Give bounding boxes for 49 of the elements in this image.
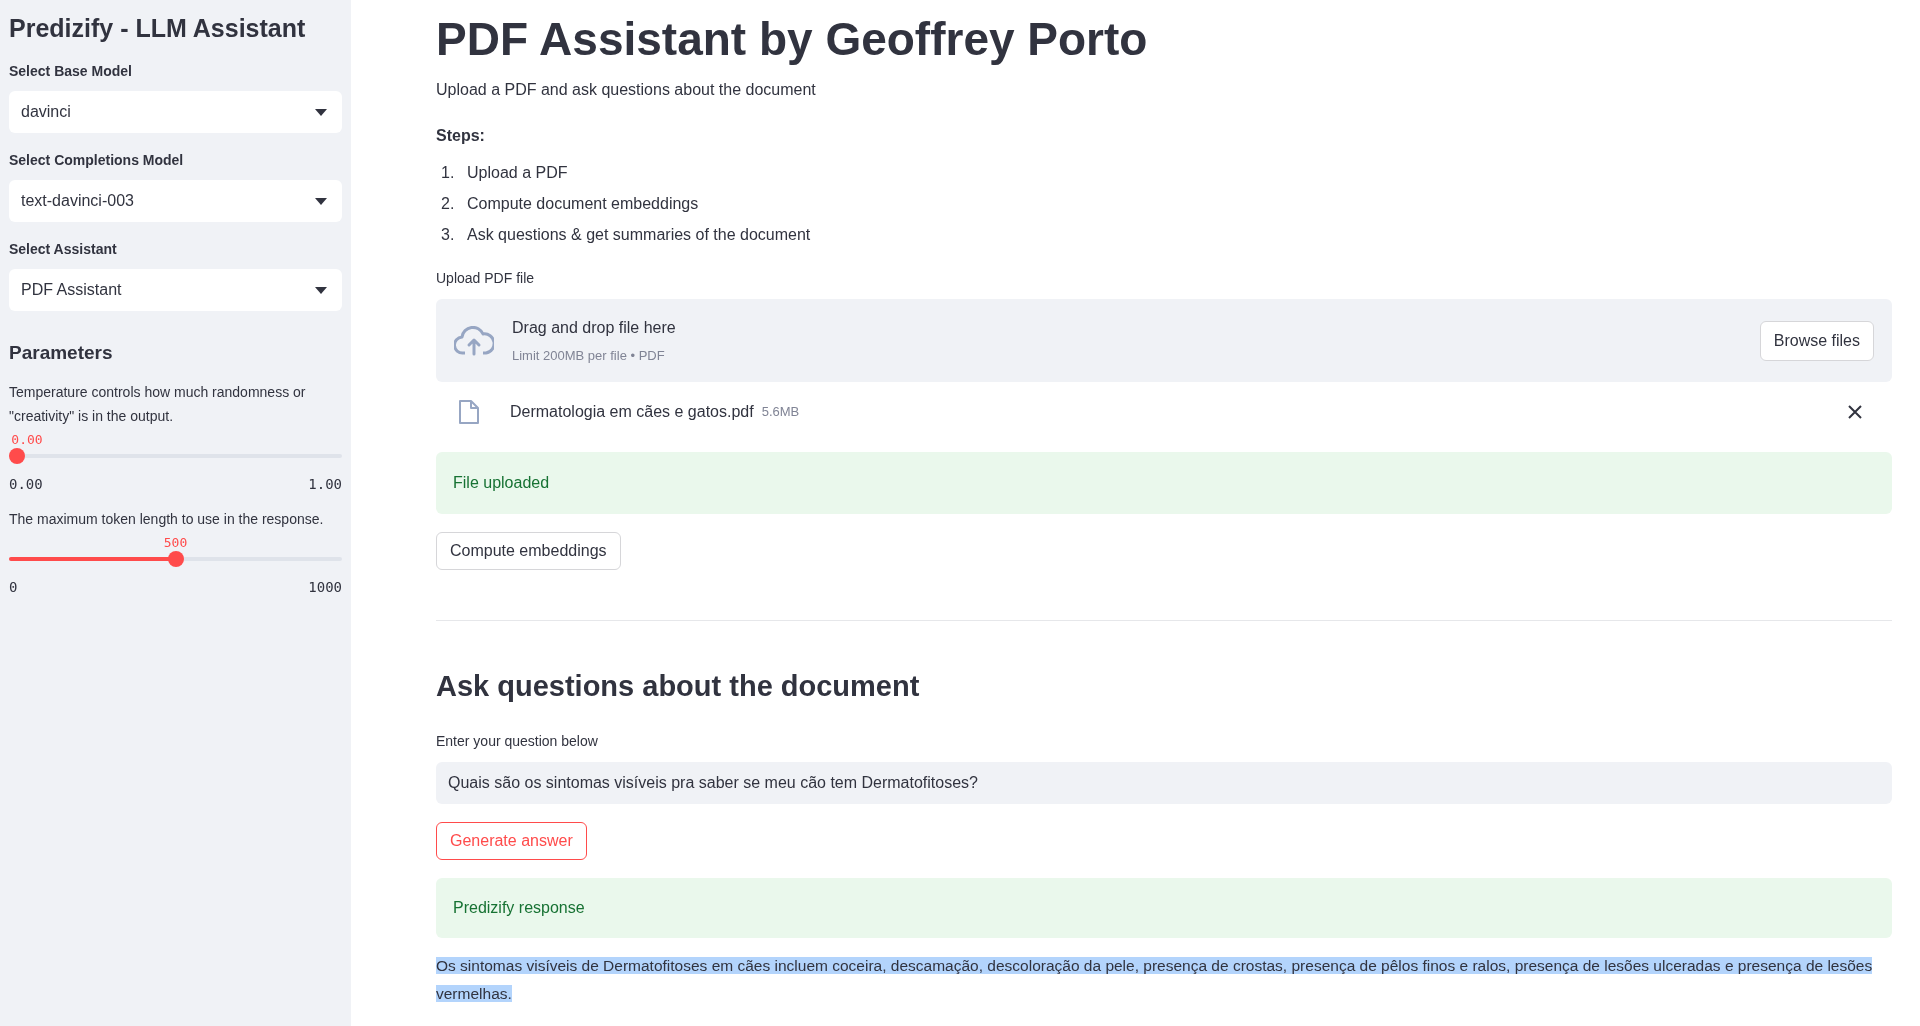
file-size: 5.6MB — [761, 403, 800, 422]
parameters-heading: Parameters — [9, 341, 114, 365]
slider-max-label: 1.00 — [308, 474, 342, 494]
file-name: Dermatologia em cães e gatos.pdf — [510, 402, 754, 422]
select-dropdown[interactable]: davinci — [9, 91, 342, 133]
file-icon — [458, 399, 480, 425]
response-alert: Predizify response — [436, 877, 1892, 938]
slider-track[interactable] — [9, 550, 342, 567]
drop-text: Drag and drop file here — [512, 317, 676, 338]
select-label: Select Assistant — [9, 240, 118, 259]
browse-files-button[interactable]: Browse files — [1759, 320, 1874, 361]
question-input[interactable]: Quais são os sintomas visíveis pra saber se meu cão tem Dermatofitoses? — [436, 761, 1892, 804]
step-number: 1. — [440, 163, 456, 183]
section-heading: Ask questions about the document — [436, 669, 921, 704]
select-dropdown[interactable]: PDF Assistant — [9, 269, 342, 311]
question-label: Enter your question below — [436, 731, 599, 751]
caret-icon — [315, 197, 327, 205]
select-dropdown[interactable]: text-davinci-003 — [9, 180, 342, 222]
sidebar-title: Predizify - LLM Assistant — [9, 13, 307, 44]
select-label: Select Base Model — [9, 62, 133, 81]
slider-max-label: 1000 — [308, 577, 342, 597]
step-number: 2. — [440, 194, 456, 214]
step-text: Ask questions & get summaries of the document — [467, 225, 811, 245]
step-number: 3. — [440, 225, 456, 245]
cloud-upload-icon — [454, 325, 494, 356]
compute-embeddings-button[interactable]: Compute embeddings — [436, 532, 621, 570]
upload-dropzone[interactable]: Drag and drop file here Limit 200MB per file • PDF Browse files — [436, 299, 1892, 382]
step-text: Upload a PDF — [467, 163, 568, 183]
slider-min-label: 0.00 — [9, 474, 43, 494]
steps-heading: Steps: — [436, 126, 486, 146]
caret-icon — [315, 108, 327, 116]
upload-limit-text: Limit 200MB per file • PDF — [512, 346, 666, 365]
slider-value: 500 — [163, 533, 188, 552]
select-label: Select Completions Model — [9, 151, 185, 170]
slider-thumb[interactable] — [9, 447, 25, 464]
slider-value: 0.00 — [11, 430, 43, 449]
step-text: Compute document embeddings — [467, 194, 699, 214]
slider-description: The maximum token length to use in the response. — [9, 509, 325, 529]
slider-description: Temperature controls how much randomness or "creativity" is in the output. — [9, 382, 307, 426]
upload-success-alert: File uploaded — [436, 452, 1892, 514]
page-subtitle: Upload a PDF and ask questions about the document — [436, 80, 817, 100]
slider-track[interactable] — [9, 447, 342, 464]
page-title: PDF Assistant by Geoffrey Porto — [436, 12, 1149, 67]
caret-icon — [315, 286, 327, 294]
response-text: Os sintomas visíveis de Dermatofitoses em cães incluem coceira, descamação, descoloração da pele, presença de crostas, presença de pêlos finos e ralos, presença de lesões ulceradas e presença de lesões vermelhas. — [436, 955, 1874, 1004]
upload-label: Upload PDF file — [436, 269, 536, 288]
slider-thumb[interactable] — [167, 550, 184, 567]
close-icon[interactable] — [1848, 405, 1862, 419]
slider-min-label: 0 — [9, 577, 18, 597]
